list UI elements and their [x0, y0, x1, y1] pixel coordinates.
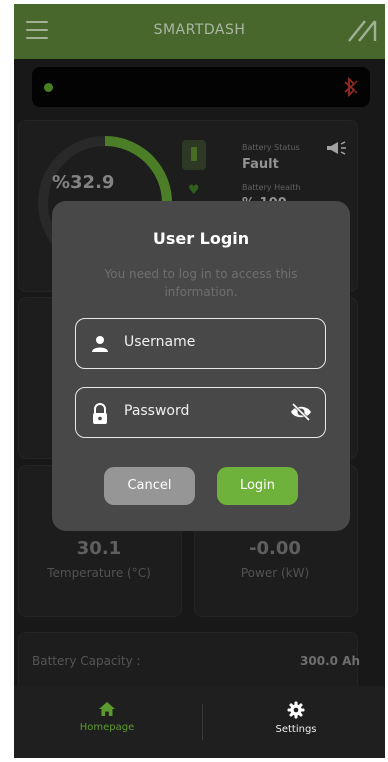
nav-item-homepage[interactable]: Homepage	[67, 701, 147, 733]
nav-label-homepage: Homepage	[79, 722, 135, 733]
bottom-navigation: Homepage Settings	[14, 686, 385, 758]
user-icon	[92, 336, 108, 352]
dialog-title: User Login	[152, 229, 250, 248]
password-placeholder: Password	[124, 403, 190, 419]
username-field[interactable]: Username	[75, 318, 326, 369]
dialog-message: You need to log in to access this inform…	[104, 267, 298, 299]
nav-label-settings: Settings	[275, 724, 317, 735]
login-button[interactable]: Login	[217, 467, 298, 505]
username-placeholder: Username	[124, 334, 196, 350]
nav-divider	[202, 704, 203, 740]
home-icon	[99, 702, 115, 716]
lock-icon	[93, 403, 107, 424]
eye-off-icon[interactable]	[289, 402, 313, 422]
password-field[interactable]: Password	[75, 387, 326, 438]
login-dialog: User Login You need to log in to access …	[52, 201, 350, 531]
cancel-button[interactable]: Cancel	[104, 467, 195, 505]
nav-item-settings[interactable]: Settings	[256, 701, 336, 735]
gear-icon	[287, 701, 305, 719]
